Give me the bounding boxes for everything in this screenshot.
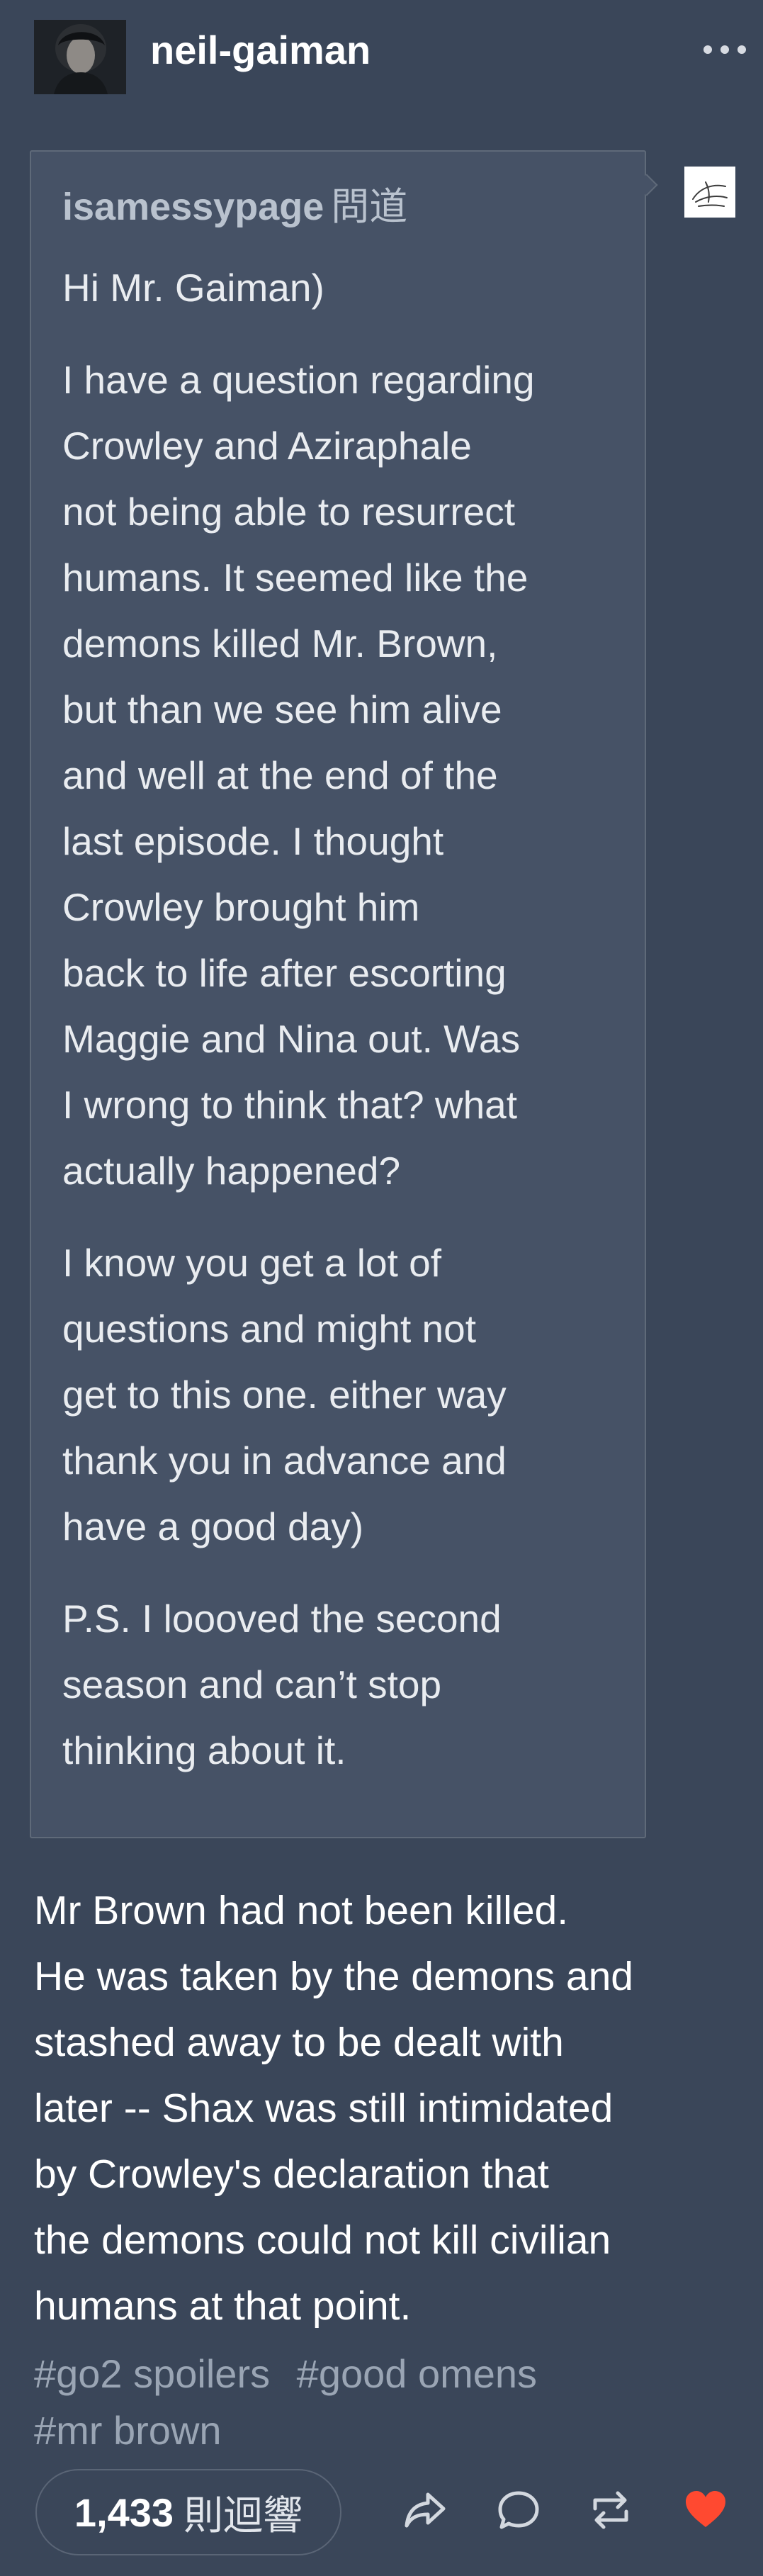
reply-icon[interactable] [496, 2487, 541, 2533]
ask-line: season and can’t stop [62, 1663, 442, 1706]
ask-paragraph: I have a question regarding Crowley and … [62, 347, 629, 1204]
sketch-avatar-icon [684, 167, 735, 218]
answer-line: later -- Shax was still intimidated [34, 2086, 614, 2131]
ask-line: and well at the end of the [62, 753, 498, 797]
tag-list: #go2 spoilers #good omens #mr brown [34, 2346, 735, 2459]
ask-content: isamessypage 問道 Hi Mr. Gaiman) I have a q… [62, 180, 629, 1810]
answer-line: Mr Brown had not been killed. [34, 1888, 569, 1933]
ask-paragraph: Hi Mr. Gaiman) [62, 255, 629, 321]
ask-line: have a good day) [62, 1504, 364, 1548]
author-avatar-icon [34, 20, 126, 94]
ask-line: humans. It seemed like the [62, 556, 529, 600]
ask-line: thank you in advance and [62, 1439, 507, 1483]
answer: Mr Brown had not been killed. He was tak… [34, 1878, 735, 2339]
tag-link[interactable]: #good omens [297, 2351, 537, 2396]
heart-icon[interactable] [683, 2487, 728, 2533]
answer-line: by Crowley's declaration that [34, 2152, 549, 2197]
ask-line: last episode. I thought [62, 819, 444, 863]
ask-line: not being able to resurrect [62, 490, 515, 534]
ask-box: isamessypage 問道 Hi Mr. Gaiman) I have a q… [30, 150, 646, 1838]
asker-name[interactable]: isamessypage [62, 186, 324, 228]
ask-line: demons killed Mr. Brown, [62, 621, 498, 665]
ask-line: Hi Mr. Gaiman) [62, 266, 324, 310]
notes-count: 1,433 [74, 2490, 174, 2535]
post-footer: 1,433 則迴響 [0, 2459, 763, 2572]
notes-label: 則迴響 [183, 2492, 303, 2538]
share-icon[interactable] [402, 2487, 448, 2533]
ellipsis-icon[interactable] [703, 37, 746, 62]
ask-line: P.S. I loooved the second [62, 1597, 502, 1641]
tag-link[interactable]: #go2 spoilers [34, 2351, 270, 2396]
ask-line: questions and might not [62, 1307, 476, 1351]
notes-button[interactable]: 1,433 則迴響 [35, 2469, 341, 2555]
ask-line: thinking about it. [62, 1728, 346, 1772]
ask-line: actually happened? [62, 1149, 401, 1193]
asker-suffix: 問道 [331, 186, 408, 228]
answer-text: Mr Brown had not been killed. He was tak… [34, 1878, 735, 2339]
post-header: neil-gaiman [0, 0, 763, 106]
ask-line: back to life after escorting [62, 951, 507, 995]
asker-line: isamessypage 問道 [62, 180, 629, 234]
ask-paragraph: I know you get a lot of questions and mi… [62, 1230, 629, 1560]
ask-line: Maggie and Nina out. Was [62, 1017, 521, 1061]
blog-avatar[interactable] [34, 20, 126, 94]
reblog-icon[interactable] [588, 2487, 633, 2533]
ask-line: I wrong to think that? what [62, 1083, 518, 1127]
answer-line: humans at that point. [34, 2283, 412, 2329]
ask-line: get to this one. either way [62, 1373, 507, 1417]
ask-line: Crowley brought him [62, 885, 420, 929]
ask-line: I know you get a lot of [62, 1241, 442, 1285]
answer-line: stashed away to be dealt with [34, 2020, 564, 2065]
blog-name[interactable]: neil-gaiman [150, 27, 371, 74]
ask-line: Crowley and Aziraphale [62, 424, 472, 468]
ask-paragraph: P.S. I loooved the second season and can… [62, 1586, 629, 1784]
tag-link[interactable]: #mr brown [34, 2408, 222, 2453]
answer-line: the demons could not kill civilian [34, 2217, 611, 2263]
ask-line: but than we see him alive [62, 687, 502, 731]
ask-line: I have a question regarding [62, 358, 535, 402]
answer-line: He was taken by the demons and [34, 1954, 634, 1999]
asker-avatar[interactable] [684, 167, 735, 218]
